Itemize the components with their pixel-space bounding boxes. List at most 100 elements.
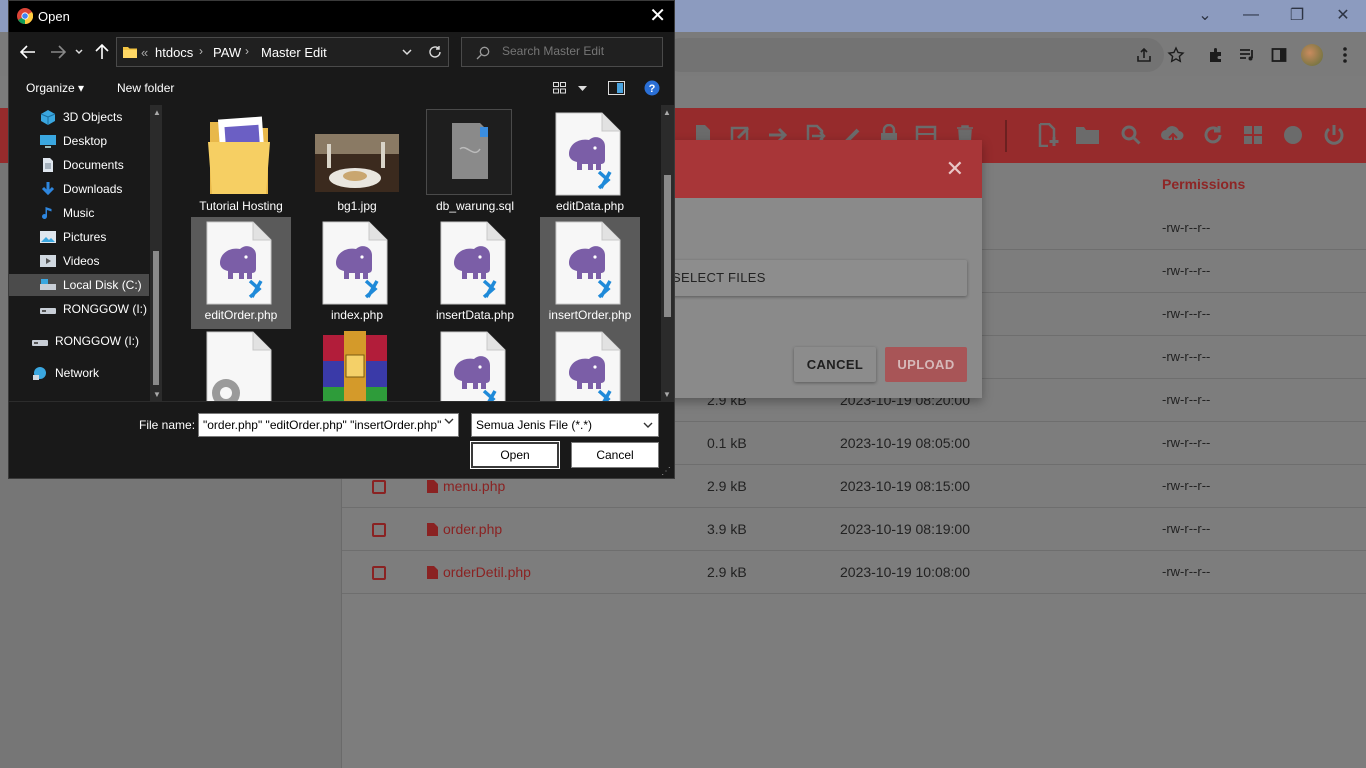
more-menu-icon[interactable] [1334,44,1356,66]
file-item[interactable] [540,327,640,401]
nav-item[interactable]: Downloads [9,178,149,200]
path-dropdown-chevron-icon[interactable] [402,49,412,56]
dialog-close-icon[interactable]: ✕ [649,6,666,26]
nav-item-label: Videos [63,254,100,268]
up-arrow-icon[interactable] [91,42,113,62]
nav-item[interactable]: RONGGOW (I:) [9,298,149,320]
file-item[interactable] [307,327,407,401]
extensions-icon[interactable] [1205,44,1227,66]
nav-item[interactable]: Pictures [9,226,149,248]
nav-item[interactable]: Local Disk (C:) [9,274,149,296]
file-name-link[interactable]: orderDetil.php [427,564,531,580]
minimize-icon[interactable]: — [1228,0,1274,30]
refresh-icon[interactable] [1200,122,1226,148]
upload-cloud-icon[interactable] [1160,122,1186,148]
modal-cancel-button[interactable]: CANCEL [794,347,876,382]
file-item[interactable] [425,327,525,401]
row-checkbox[interactable] [372,480,386,494]
file-size: 0.1 kB [707,435,747,451]
file-name-input[interactable]: "order.php" "editOrder.php" "insertOrder… [198,413,459,437]
table-row[interactable]: orderDetil.php 2.9 kB 2023-10-19 10:08:00 -… [342,551,1366,594]
view-options-icon[interactable] [553,82,567,94]
media-queue-icon[interactable] [1236,44,1258,66]
music-icon [42,207,52,219]
restore-icon[interactable]: ❐ [1274,0,1320,30]
nav-scroll-up-icon[interactable]: ▲ [153,108,161,117]
nav-scroll-down-icon[interactable]: ▼ [153,390,161,399]
open-button[interactable]: Open [470,441,560,469]
tab-search-icon[interactable]: ⌄ [1182,0,1228,30]
row-checkbox[interactable] [372,523,386,537]
php-file-icon [440,331,506,401]
bookmark-star-icon[interactable] [1165,44,1187,66]
file-item[interactable]: db_warung.sql [425,108,525,220]
nav-item[interactable]: Documents [9,154,149,176]
file-type-chevron-icon[interactable] [643,422,653,429]
address-path-bar[interactable]: « htdocs › PAW › Master Edit [116,37,449,67]
file-item[interactable]: editData.php [540,108,640,220]
search-input[interactable] [502,44,657,58]
file-item[interactable]: insertData.php [425,217,525,329]
file-item[interactable]: Tutorial Hosting [191,108,291,220]
side-panel-icon[interactable] [1268,44,1290,66]
path-chevron-icon[interactable]: › [199,44,203,58]
path-segment-paw[interactable]: PAW [213,45,241,60]
help-icon[interactable]: ? [644,80,660,96]
resize-grip-icon[interactable]: ⋰ [661,466,671,477]
table-row[interactable]: order.php 3.9 kB 2023-10-19 08:19:00 -rw-r-… [342,508,1366,551]
window-close-icon[interactable]: ✕ [1320,0,1366,30]
column-header-permissions[interactable]: Permissions [1162,176,1245,192]
files-scroll-up-icon[interactable]: ▲ [663,108,671,117]
file-item[interactable]: insertOrder.php [540,217,640,329]
path-segment-htdocs[interactable]: htdocs [155,45,193,60]
view-dropdown-chevron-icon[interactable] [578,86,587,92]
forward-arrow-icon[interactable] [47,42,69,62]
address-bar[interactable] [664,38,1164,72]
nav-item[interactable]: 3D Objects [9,106,149,128]
nav-item[interactable]: Music [9,202,149,224]
cancel-button[interactable]: Cancel [571,442,659,468]
path-chevron-icon[interactable]: › [245,44,249,58]
recent-locations-chevron-icon[interactable] [71,42,87,62]
file-name: menu.php [443,478,506,494]
profile-avatar[interactable] [1301,44,1323,66]
search-icon[interactable] [1118,122,1144,148]
nav-item[interactable]: Videos [9,250,149,272]
logout-power-icon[interactable] [1321,122,1347,148]
organize-menu-button[interactable]: Organize ▾ [26,81,84,95]
new-folder-button[interactable]: New folder [117,81,174,95]
nav-item[interactable]: Desktop [9,130,149,152]
nav-item-label: Desktop [63,134,108,148]
modal-close-icon[interactable]: ✕ [946,158,964,180]
nav-item[interactable]: RONGGOW (I:) [9,330,149,352]
php-file-icon [322,221,388,305]
row-checkbox[interactable] [372,566,386,580]
documents-icon [43,158,53,172]
upload-button[interactable]: UPLOAD [885,347,967,382]
file-type-select[interactable]: Semua Jenis File (*.*) [471,413,659,437]
file-item[interactable]: index.php [307,217,407,329]
path-overflow[interactable]: « [141,45,148,60]
share-icon[interactable] [1133,44,1155,66]
add-file-icon[interactable] [1035,122,1061,148]
add-folder-icon[interactable] [1075,122,1101,148]
back-arrow-icon[interactable] [17,42,39,62]
files-scrollbar-thumb[interactable] [664,175,671,317]
file-item[interactable]: bg1.jpg [307,108,407,220]
file-name-dropdown-icon[interactable] [444,418,454,425]
path-segment-master-edit[interactable]: Master Edit [261,45,327,60]
file-item[interactable]: editOrder.php [191,217,291,329]
select-files-button[interactable]: SELECT FILES [660,260,967,296]
file-name-link[interactable]: menu.php [427,478,505,494]
nav-item-label: Documents [63,158,124,172]
grid-view-icon[interactable] [1240,122,1266,148]
nav-item[interactable]: Network [9,362,149,384]
language-globe-icon[interactable] [1280,122,1306,148]
nav-scrollbar-thumb[interactable] [153,251,159,385]
file-item[interactable] [191,327,291,401]
search-box[interactable] [461,37,663,67]
file-name-link[interactable]: order.php [427,521,502,537]
preview-pane-icon[interactable] [608,81,625,95]
refresh-icon[interactable] [428,45,442,59]
files-scroll-down-icon[interactable]: ▼ [663,390,671,399]
